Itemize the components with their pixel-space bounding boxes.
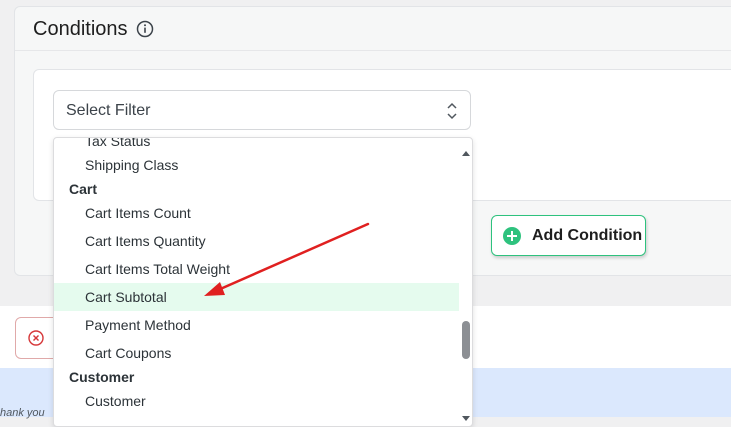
option-shipping-class[interactable]: Shipping Class (54, 151, 460, 179)
panel-header: Conditions (15, 7, 731, 51)
option-cart-subtotal[interactable]: Cart Subtotal (54, 283, 459, 311)
scrollbar-thumb[interactable] (462, 321, 470, 359)
option-payment-method[interactable]: Payment Method (54, 311, 460, 339)
option-cart-items-total-weight[interactable]: Cart Items Total Weight (54, 255, 460, 283)
option-cart-items-count[interactable]: Cart Items Count (54, 199, 460, 227)
chevron-updown-icon (446, 102, 458, 120)
close-circle-icon (28, 330, 44, 346)
option-cart-items-quantity[interactable]: Cart Items Quantity (54, 227, 460, 255)
scroll-up-icon[interactable] (461, 144, 471, 156)
select-placeholder: Select Filter (66, 102, 151, 119)
info-icon[interactable] (136, 20, 154, 38)
plus-circle-icon (502, 226, 522, 246)
select-filter[interactable]: Select Filter (53, 90, 471, 130)
filter-dropdown-menu[interactable]: Tax Status Shipping Class Cart Cart Item… (53, 137, 473, 427)
footer-text: hank you (0, 407, 45, 419)
add-condition-label: Add Condition (532, 227, 643, 244)
option-customer[interactable]: Customer (54, 387, 460, 415)
add-condition-button[interactable]: Add Condition (491, 215, 646, 256)
group-cart: Cart (69, 181, 98, 197)
option-cart-coupons[interactable]: Cart Coupons (54, 339, 460, 367)
group-customer: Customer (69, 369, 135, 385)
panel-title: Conditions (33, 18, 128, 40)
